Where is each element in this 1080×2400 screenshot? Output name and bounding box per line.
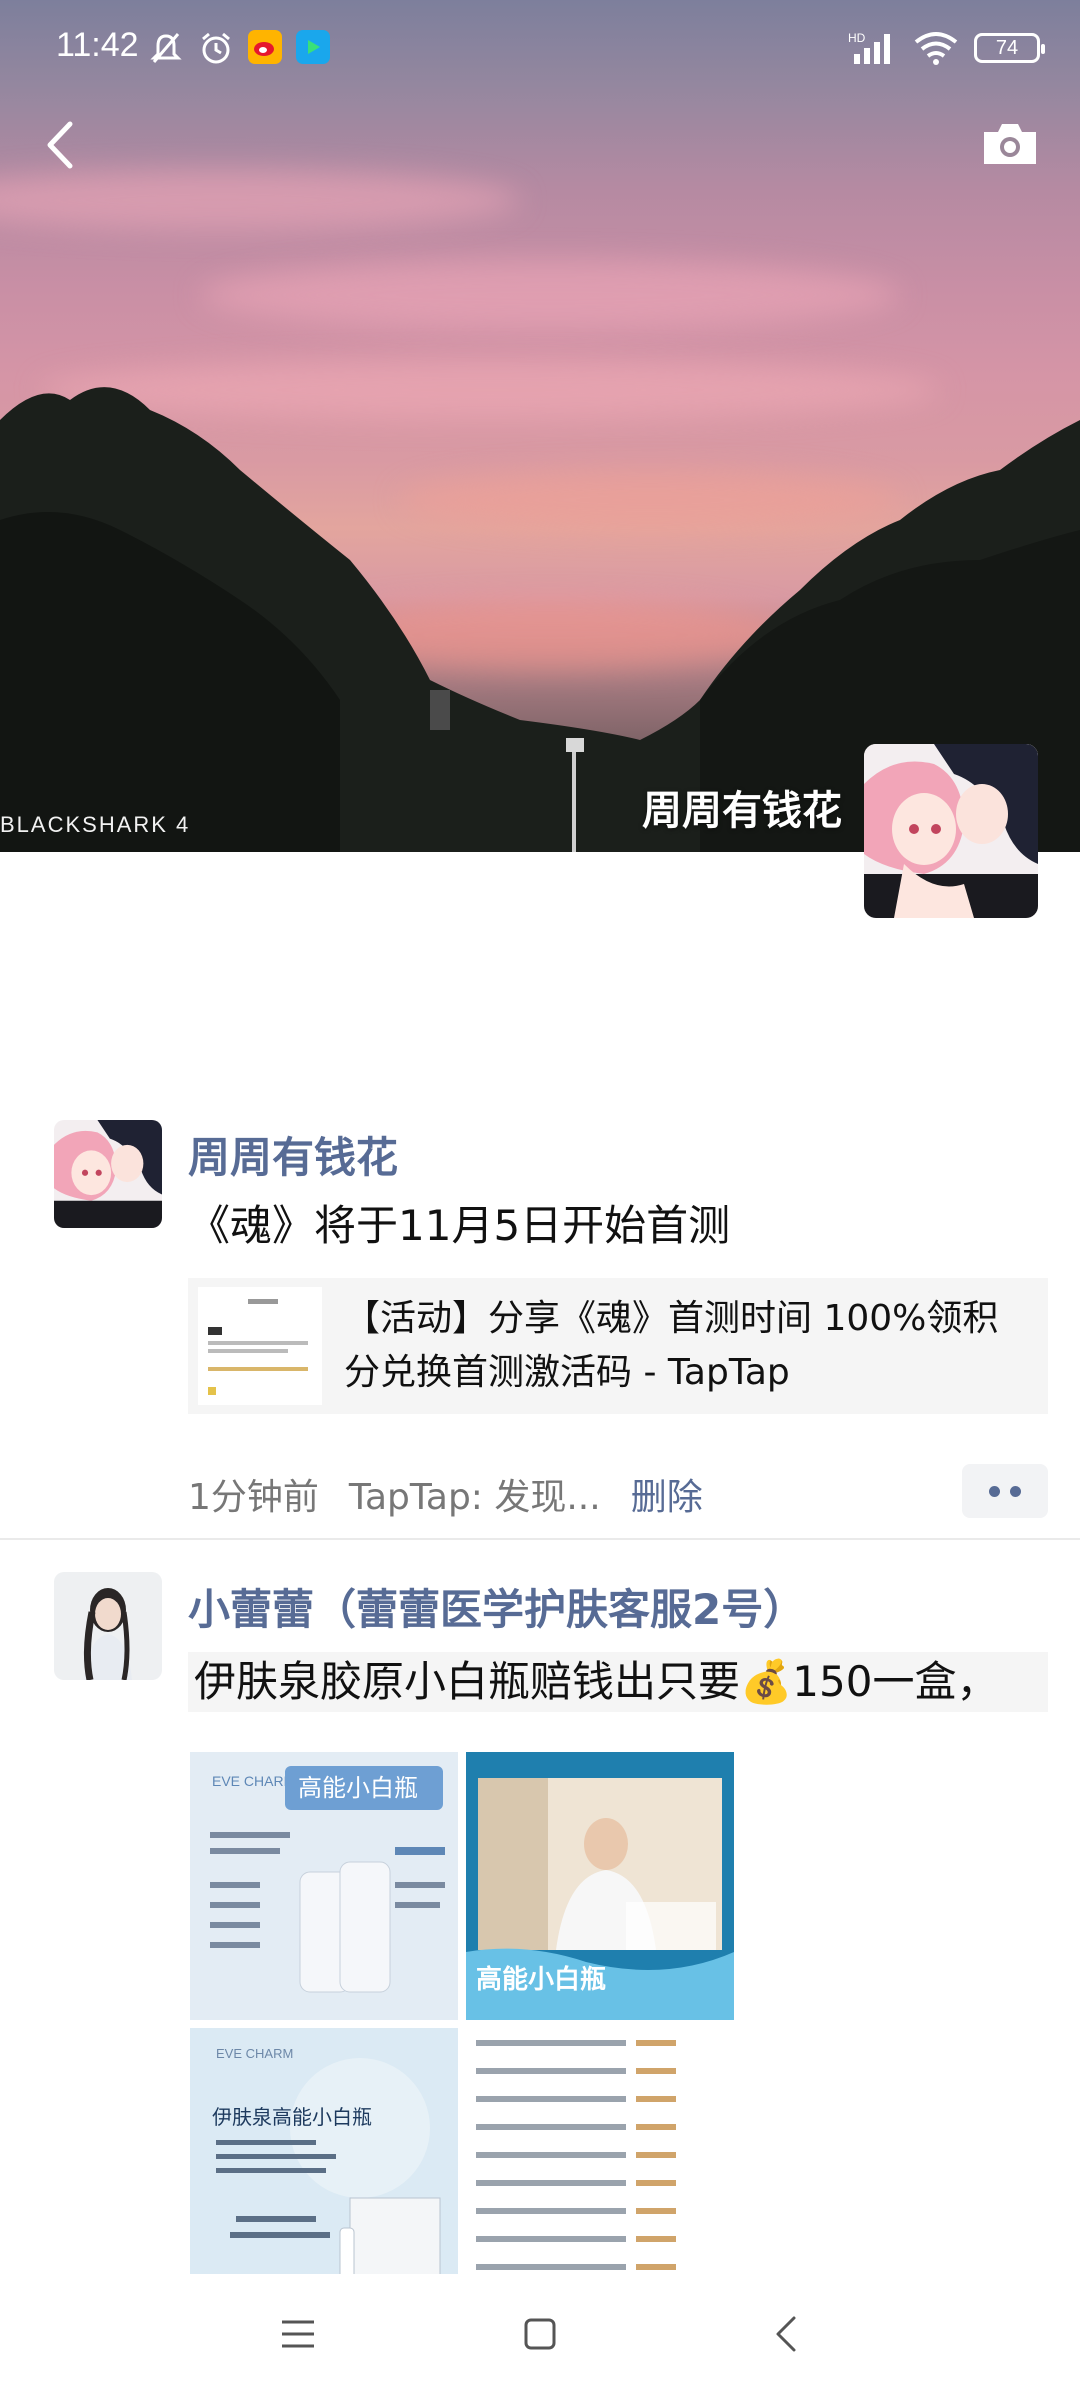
- svg-text:伊肤泉高能小白瓶: 伊肤泉高能小白瓶: [212, 2105, 372, 2129]
- post-meta: 1分钟前 TapTap: 发现... 删除: [188, 1468, 703, 1520]
- video-app-icon: [296, 30, 330, 64]
- post-image[interactable]: EVE CHARM 伊肤泉高能小白瓶: [190, 2028, 458, 2296]
- profile-owner-name: 周周有钱花: [642, 788, 842, 834]
- post-text: 《魂》将于11月5日开始首测: [188, 1201, 731, 1250]
- alarm-icon: [202, 32, 230, 64]
- system-back-button[interactable]: [758, 2304, 818, 2364]
- post-image[interactable]: [466, 2028, 734, 2296]
- chevron-left-icon: [47, 121, 73, 169]
- author-name[interactable]: 周周有钱花: [188, 1124, 398, 1185]
- dot-icon: [989, 1485, 1000, 1497]
- profile-owner-avatar[interactable]: [864, 744, 1038, 918]
- mute-notification-icon: [150, 33, 182, 63]
- weibo-app-icon: [248, 30, 282, 64]
- cover-photo[interactable]: BLACKSHARK 4: [0, 0, 1080, 852]
- author-avatar[interactable]: [54, 1120, 162, 1228]
- product-box-image: EVE CHARM 伊肤泉高能小白瓶: [190, 2028, 458, 2296]
- link-thumbnail: [198, 1287, 322, 1405]
- battery-indicator: 74: [974, 33, 1045, 63]
- trees-silhouette: [0, 387, 1080, 852]
- post-image[interactable]: EVE CHARM 高能小白瓶: [190, 1752, 458, 2020]
- link-title: 【活动】分享《魂》首测时间 100%领积分兑换首测激活码 - TapTap: [344, 1298, 999, 1393]
- author-name[interactable]: 小蕾蕾（蕾蕾医学护肤客服2号）: [188, 1576, 805, 1637]
- svg-text:高能小白瓶: 高能小白瓶: [298, 1774, 418, 1802]
- status-time: 11:42: [56, 26, 139, 64]
- delete-button[interactable]: 删除: [631, 1468, 703, 1520]
- post-source[interactable]: TapTap: 发现...: [349, 1468, 601, 1520]
- square-icon: [524, 2318, 556, 2350]
- system-navigation-bar: [0, 2274, 1080, 2400]
- more-actions-button[interactable]: [962, 1464, 1048, 1518]
- menu-icon: [282, 2320, 314, 2348]
- home-button[interactable]: [510, 2304, 570, 2364]
- anime-avatar-image: [54, 1120, 162, 1228]
- svg-text:高能小白瓶: 高能小白瓶: [476, 1964, 606, 1995]
- post-text: 伊肤泉胶原小白瓶赔钱出只要💰150一盒，: [188, 1652, 1048, 1712]
- status-bar: 11:42 HD 74: [0, 0, 1080, 100]
- chevron-left-icon: [776, 2316, 796, 2352]
- doctor-video-image: 高能小白瓶: [466, 1752, 734, 2020]
- svg-text:EVE CHARM: EVE CHARM: [212, 1773, 295, 1789]
- chat-list-image: [466, 2028, 734, 2296]
- anime-avatar-image: [864, 744, 1038, 918]
- dot-icon: [1010, 1485, 1021, 1497]
- post-image[interactable]: 高能小白瓶: [466, 1752, 734, 2020]
- portrait-avatar-image: [54, 1572, 162, 1680]
- svg-text:EVE CHARM: EVE CHARM: [216, 2046, 293, 2061]
- back-button[interactable]: [30, 110, 90, 180]
- shared-link-card[interactable]: 【活动】分享《魂》首测时间 100%领积分兑换首测激活码 - TapTap: [188, 1278, 1048, 1414]
- recent-apps-button[interactable]: [268, 2304, 328, 2364]
- camera-button[interactable]: [980, 118, 1040, 170]
- post-divider: [0, 1538, 1080, 1540]
- signal-icon: HD: [848, 31, 890, 64]
- wifi-icon: [914, 32, 958, 65]
- author-avatar[interactable]: [54, 1572, 162, 1680]
- product-image: EVE CHARM 高能小白瓶: [190, 1752, 458, 2020]
- camera-watermark: BLACKSHARK 4: [0, 812, 191, 837]
- post-time: 1分钟前: [188, 1477, 319, 1518]
- network-label: HD: [848, 31, 866, 45]
